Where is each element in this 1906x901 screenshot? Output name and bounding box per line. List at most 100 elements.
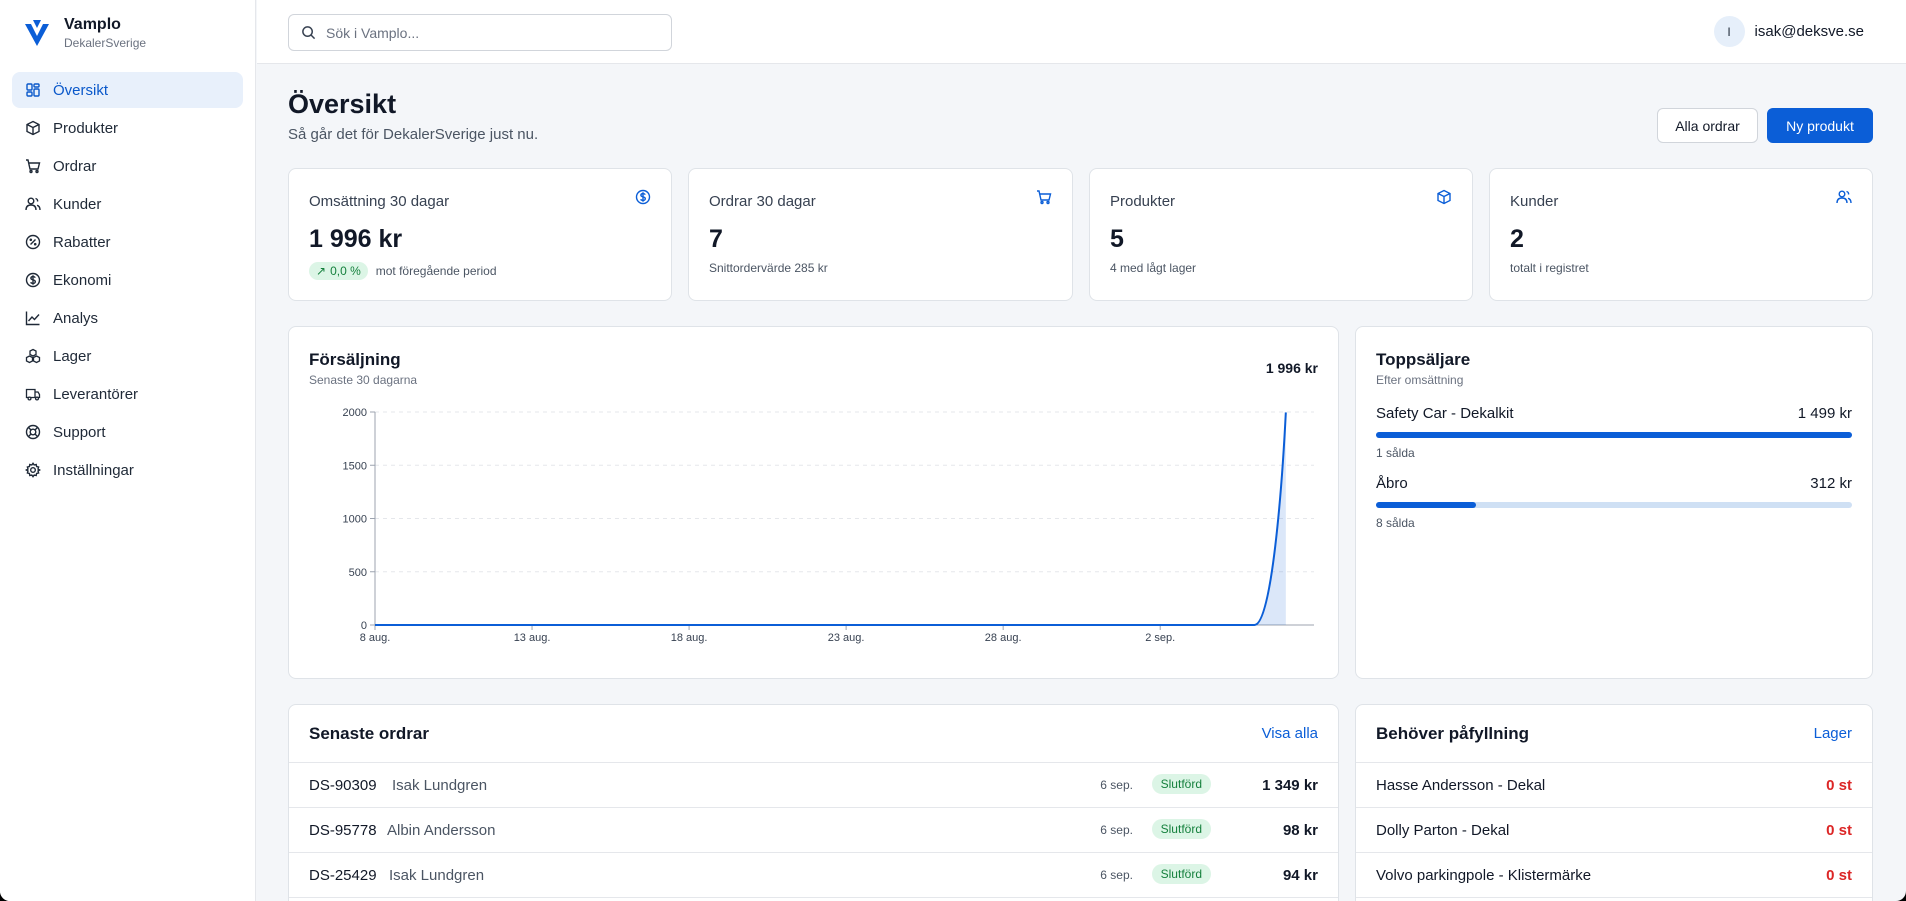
order-date: 6 sep.: [1100, 823, 1133, 837]
stat-value: 5: [1110, 225, 1124, 253]
restock-product: Hasse Andersson - Dekal: [1376, 777, 1546, 794]
stat-note: 4 med lågt lager: [1110, 261, 1197, 275]
sidebar-item-rabatter[interactable]: Rabatter: [12, 224, 243, 260]
restock-qty: 0 st: [1826, 777, 1852, 794]
package-icon: [1436, 189, 1452, 205]
stat-value: 7: [709, 225, 723, 253]
x-tick-label: 8 aug.: [360, 632, 391, 644]
order-customer: Isak Lundgren: [392, 777, 488, 794]
table-row[interactable]: DS-25429 Isak Lundgren 6 sep. Slutförd 9…: [289, 853, 1338, 898]
stat-card-orders: Ordrar 30 dagar 7 Snittordervärde 285 kr: [688, 168, 1073, 301]
list-item[interactable]: Hasse Andersson - Dekal 0 st: [1356, 763, 1872, 808]
topseller-bar: [1376, 432, 1852, 438]
lifebuoy-icon: [25, 424, 41, 440]
dollar-icon: [635, 189, 651, 205]
page-subtitle: Så går det för DekalerSverige just nu.: [288, 126, 539, 143]
topsellers-subtitle: Efter omsättning: [1376, 373, 1464, 387]
stat-value: 1 996 kr: [309, 225, 403, 253]
sidebar-item-analys[interactable]: Analys: [12, 300, 243, 336]
sidebar-item-label: Kunder: [53, 195, 102, 213]
gear-icon: [25, 462, 41, 478]
line-chart-icon: [25, 310, 41, 326]
truck-icon: [25, 386, 41, 402]
y-tick-label: 1500: [343, 460, 367, 472]
y-tick-label: 2000: [343, 407, 367, 419]
sidebar: Vamplo DekalerSverige Översikt Produkter…: [0, 0, 256, 901]
sidebar-item-support[interactable]: Support: [12, 414, 243, 450]
status-badge: Slutförd: [1151, 774, 1211, 794]
users-icon: [25, 196, 41, 212]
order-customer: Isak Lundgren: [389, 867, 485, 884]
list-item[interactable]: Volvo parkingpole - Klistermärke 0 st: [1356, 853, 1872, 898]
topseller-item[interactable]: Åbro 312 kr 8 sålda: [1376, 475, 1852, 530]
topseller-bar-fill: [1376, 432, 1852, 438]
order-id: DS-95778: [309, 822, 377, 839]
sidebar-item-installningar[interactable]: Inställningar: [12, 452, 243, 488]
topseller-item[interactable]: Safety Car - Dekalkit 1 499 kr 1 sålda: [1376, 405, 1852, 460]
users-icon: [1836, 189, 1852, 205]
list-item[interactable]: Dolly Parton - Dekal 0 st: [1356, 808, 1872, 853]
stat-label: Ordrar 30 dagar: [709, 193, 816, 210]
search-input[interactable]: [326, 24, 666, 41]
stat-label: Omsättning 30 dagar: [309, 193, 450, 210]
sidebar-item-ordrar[interactable]: Ordrar: [12, 148, 243, 184]
table-row[interactable]: DS-90309 Isak Lundgren 6 sep. Slutförd 1…: [289, 763, 1338, 808]
x-tick-label: 13 aug.: [514, 632, 551, 644]
view-all-orders-link[interactable]: Visa alla: [1262, 725, 1318, 742]
brand[interactable]: Vamplo DekalerSverige: [24, 16, 146, 50]
topseller-sold: 1 sålda: [1376, 446, 1415, 460]
order-customer: Albin Andersson: [387, 822, 496, 839]
sidebar-item-ekonomi[interactable]: Ekonomi: [12, 262, 243, 298]
topseller-sold: 8 sålda: [1376, 516, 1415, 530]
user-menu[interactable]: I isak@deksve.se: [1713, 16, 1864, 47]
sales-chart: 0 500 1000 1500 2000 8 aug. 13 aug. 18 aug. 23 a…: [343, 407, 1314, 644]
search-box[interactable]: [288, 14, 672, 51]
order-amount: 1 349 kr: [1262, 777, 1318, 794]
stat-value: 2: [1510, 225, 1524, 253]
sidebar-item-lager[interactable]: Lager: [12, 338, 243, 374]
cart-icon: [1036, 189, 1052, 205]
restock-card: Behöver påfyllning Lager Hasse Andersson…: [1355, 704, 1873, 901]
new-product-button[interactable]: Ny produkt: [1767, 108, 1873, 143]
y-tick-label: 0: [361, 620, 367, 632]
restock-product: Dolly Parton - Dekal: [1376, 822, 1510, 839]
restock-qty: 0 st: [1826, 822, 1852, 839]
restock-header: Behöver påfyllning Lager: [1356, 705, 1872, 763]
topseller-amount: 312 kr: [1810, 475, 1852, 492]
all-orders-button[interactable]: Alla ordrar: [1657, 108, 1758, 143]
sidebar-nav: Översikt Produkter Ordrar Kunder Rabatte…: [12, 72, 243, 490]
trend-value: 0,0 %: [330, 264, 361, 278]
topseller-amount: 1 499 kr: [1797, 405, 1852, 422]
topseller-name: Safety Car - Dekalkit: [1376, 405, 1514, 422]
sidebar-item-oversikt[interactable]: Översikt: [12, 72, 243, 108]
sidebar-item-produkter[interactable]: Produkter: [12, 110, 243, 146]
topbar: I isak@deksve.se: [257, 0, 1906, 64]
inventory-link[interactable]: Lager: [1814, 725, 1852, 742]
x-tick-label: 2 sep.: [1145, 632, 1175, 644]
percent-icon: [25, 234, 41, 250]
trend-note: mot föregående period: [375, 264, 497, 278]
sidebar-item-kunder[interactable]: Kunder: [12, 186, 243, 222]
x-tick-label: 18 aug.: [671, 632, 708, 644]
boxes-icon: [25, 348, 41, 364]
search-icon: [302, 26, 316, 40]
x-tick-label: 28 aug.: [985, 632, 1022, 644]
order-date: 6 sep.: [1100, 868, 1133, 882]
sidebar-item-label: Analys: [53, 309, 99, 327]
stat-label: Produkter: [1110, 193, 1176, 210]
sidebar-item-leverantorer[interactable]: Leverantörer: [12, 376, 243, 412]
sidebar-item-label: Rabatter: [53, 233, 111, 251]
table-row[interactable]: DS-95778 Albin Andersson 6 sep. Slutförd…: [289, 808, 1338, 853]
restock-qty: 0 st: [1826, 867, 1852, 884]
sidebar-item-label: Leverantörer: [53, 385, 139, 403]
sidebar-item-label: Ordrar: [53, 157, 97, 175]
topsellers-card: Toppsäljare Efter omsättning Safety Car …: [1355, 326, 1873, 679]
topsellers-title: Toppsäljare: [1376, 350, 1471, 369]
cart-icon: [25, 158, 41, 174]
restock-title: Behöver påfyllning: [1376, 724, 1530, 743]
sidebar-item-label: Ekonomi: [53, 271, 112, 289]
sidebar-item-label: Produkter: [53, 119, 119, 137]
status-badge: Slutförd: [1151, 864, 1211, 884]
trend-badge: ↗ 0,0 %: [309, 262, 368, 280]
recent-orders-card: Senaste ordrar Visa alla DS-90309 Isak L…: [288, 704, 1339, 901]
